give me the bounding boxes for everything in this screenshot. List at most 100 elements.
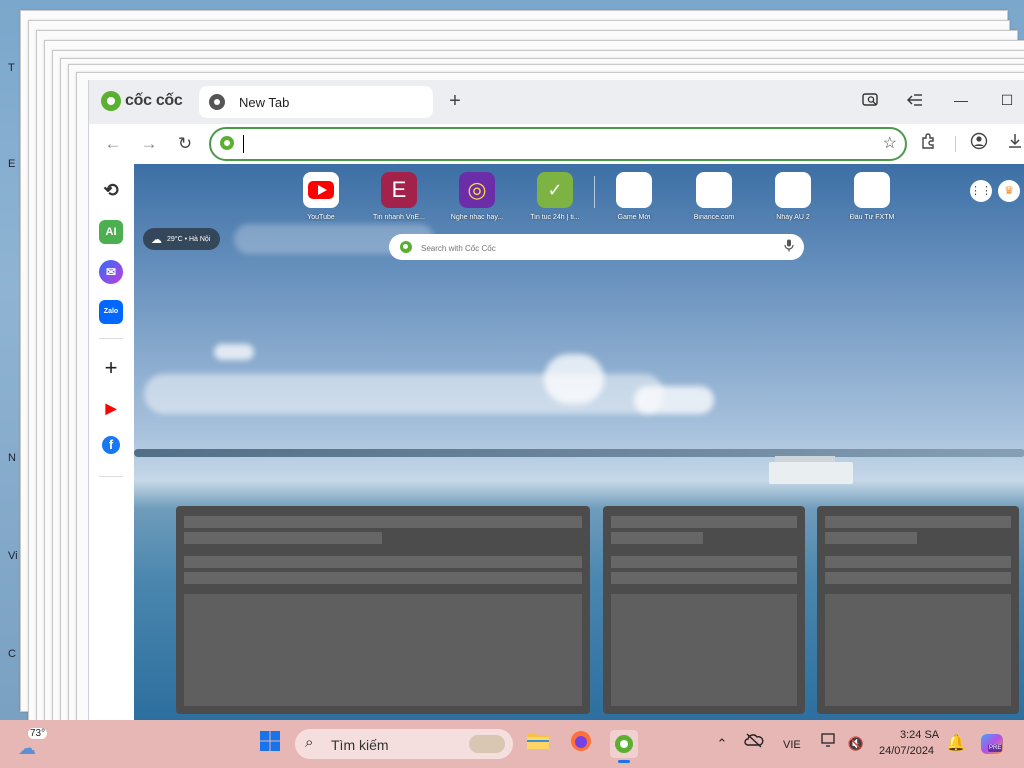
news-card-placeholder [817, 506, 1019, 714]
notification-bell-icon[interactable]: 🔔 [942, 730, 970, 758]
news-card-placeholder [176, 506, 590, 714]
download-icon[interactable] [1003, 132, 1024, 156]
taskbar: ☁ 73° ⌕ Tìm kiếm ⌃ VIE 🔇 3:24 SA 24/07/2… [0, 720, 1024, 768]
bookmark-star-icon[interactable]: ☆ [883, 133, 897, 153]
extensions-icon[interactable] [917, 132, 941, 156]
placeholder-block [184, 594, 582, 706]
maximize-button[interactable]: ☐ [995, 92, 1019, 112]
weather-widget[interactable]: ☁ 29°C • Hà Nội [143, 228, 221, 250]
clock-time[interactable]: 3:24 SA [900, 729, 939, 741]
placeholder-bar [825, 532, 917, 544]
address-input[interactable] [245, 133, 849, 157]
brand[interactable]: cốc cốc [101, 91, 183, 111]
shortcut-fxtm[interactable]: Đầu Tư FXTM [832, 172, 912, 221]
sidebar: ⟲ AI ✉ Zalo + ▶ f [89, 164, 135, 720]
placeholder-bar [825, 572, 1011, 584]
newtab-search-box[interactable] [389, 234, 804, 260]
back-arrow-icon[interactable]: ← [101, 132, 125, 156]
placeholder-bar [611, 516, 797, 528]
shortcut-label: Nhảy AU 2 [776, 214, 810, 221]
weather-temp: 73° [28, 728, 48, 739]
newtab-search-input[interactable] [419, 239, 763, 257]
facebook-icon[interactable]: f [102, 436, 120, 454]
cloud [214, 344, 254, 360]
forward-arrow-icon[interactable]: → [137, 132, 161, 156]
firefox-icon[interactable] [567, 730, 595, 758]
cloud-weather-icon: ☁ [18, 738, 36, 758]
boat [769, 456, 853, 484]
shortcut-youtube[interactable]: YouTube [281, 172, 361, 221]
shortcut-news24h[interactable]: ✓ Tin tuc 24h | ti... [515, 172, 595, 221]
sidebar-divider [99, 476, 123, 477]
shortcut-vnexpress[interactable]: E Tin nhanh VnE... [359, 172, 439, 221]
youtube-icon[interactable]: ▶ [99, 396, 123, 420]
add-sidebar-app-icon[interactable]: + [99, 356, 123, 380]
profile-icon[interactable] [967, 132, 991, 156]
desktop-icon-label[interactable]: E [8, 158, 15, 170]
apps-grid-icon[interactable]: ⋮⋮ [970, 180, 992, 202]
desktop-icon-label[interactable]: C [8, 648, 16, 660]
start-windows-icon[interactable] [256, 730, 284, 758]
language-indicator[interactable]: VIE [783, 739, 801, 751]
placeholder-block [611, 594, 797, 706]
pre-badge: PRE [988, 744, 1003, 752]
desktop-icon-label[interactable]: Vi [8, 550, 18, 562]
copilot-icon[interactable]: PRE [978, 730, 1006, 758]
horizon-island [134, 449, 1024, 457]
coccoc-logo-icon [220, 136, 234, 150]
volume-muted-icon[interactable]: 🔇 [842, 730, 870, 758]
tab-new-tab[interactable]: New Tab [199, 86, 433, 118]
address-bar[interactable]: ☆ [209, 127, 907, 161]
file-explorer-icon[interactable] [524, 730, 552, 758]
cloud [544, 354, 604, 404]
shortcut-binance[interactable]: Binance.com [674, 172, 754, 221]
news-clock-icon: ✓ [537, 172, 573, 208]
shortcut-label: Nghe nhạc hay... [450, 214, 504, 221]
placeholder-bar [611, 572, 797, 584]
chevron-up-icon[interactable]: ⌃ [708, 730, 736, 758]
taskbar-search-label: Tìm kiếm [331, 737, 389, 753]
microphone-icon[interactable] [784, 239, 794, 255]
history-icon[interactable]: ⟲ [99, 178, 123, 202]
tab-search-icon[interactable] [859, 92, 883, 112]
onedrive-offline-icon[interactable] [740, 730, 768, 758]
placeholder-bar [611, 556, 797, 568]
clock-date[interactable]: 24/07/2024 [879, 745, 934, 757]
sidebar-divider [99, 338, 123, 339]
broken-image-icon [696, 172, 732, 208]
shortcut-music[interactable]: ◎ Nghe nhạc hay... [437, 172, 517, 221]
messenger-icon[interactable]: ✉ [99, 260, 123, 284]
broken-image-icon [854, 172, 890, 208]
coccoc-taskbar-icon[interactable] [610, 730, 638, 763]
taskbar-search[interactable]: ⌕ Tìm kiếm [295, 729, 513, 759]
cloud [634, 386, 714, 414]
minimize-button[interactable]: — [949, 92, 973, 112]
vnexpress-icon: E [381, 172, 417, 208]
taskbar-weather[interactable]: ☁ 73° [18, 726, 52, 760]
tab-title: New Tab [239, 94, 290, 110]
new-tab-button[interactable]: + [443, 90, 467, 114]
ai-chat-icon[interactable]: AI [99, 220, 123, 244]
music-disc-icon: ◎ [459, 172, 495, 208]
weather-text: 29°C • Hà Nội [167, 235, 211, 243]
search-icon: ⌕ [305, 734, 314, 751]
toolbar-divider [955, 136, 956, 152]
desktop-icon-label[interactable]: N [8, 452, 16, 464]
network-icon[interactable] [816, 730, 844, 758]
coccoc-logo-icon [101, 91, 121, 111]
placeholder-bar [184, 556, 582, 568]
title-bar: cốc cốc New Tab + — ☐ [89, 80, 1024, 124]
shortcut-nhay-au[interactable]: Nhảy AU 2 [753, 172, 833, 221]
shortcut-game-moi[interactable]: Game Mới [594, 172, 674, 221]
back-to-tab-icon[interactable] [903, 92, 927, 112]
placeholder-bar [184, 572, 582, 584]
crown-icon[interactable]: ♛ [998, 180, 1020, 202]
text-cursor [243, 135, 244, 153]
reload-icon[interactable]: ↻ [173, 132, 197, 156]
shortcut-label: YouTube [307, 214, 335, 221]
zalo-icon[interactable]: Zalo [99, 300, 123, 324]
youtube-icon [303, 172, 339, 208]
placeholder-bar [184, 516, 582, 528]
desktop-icon-label[interactable]: T [8, 62, 15, 74]
tab-favicon-icon [209, 94, 225, 110]
